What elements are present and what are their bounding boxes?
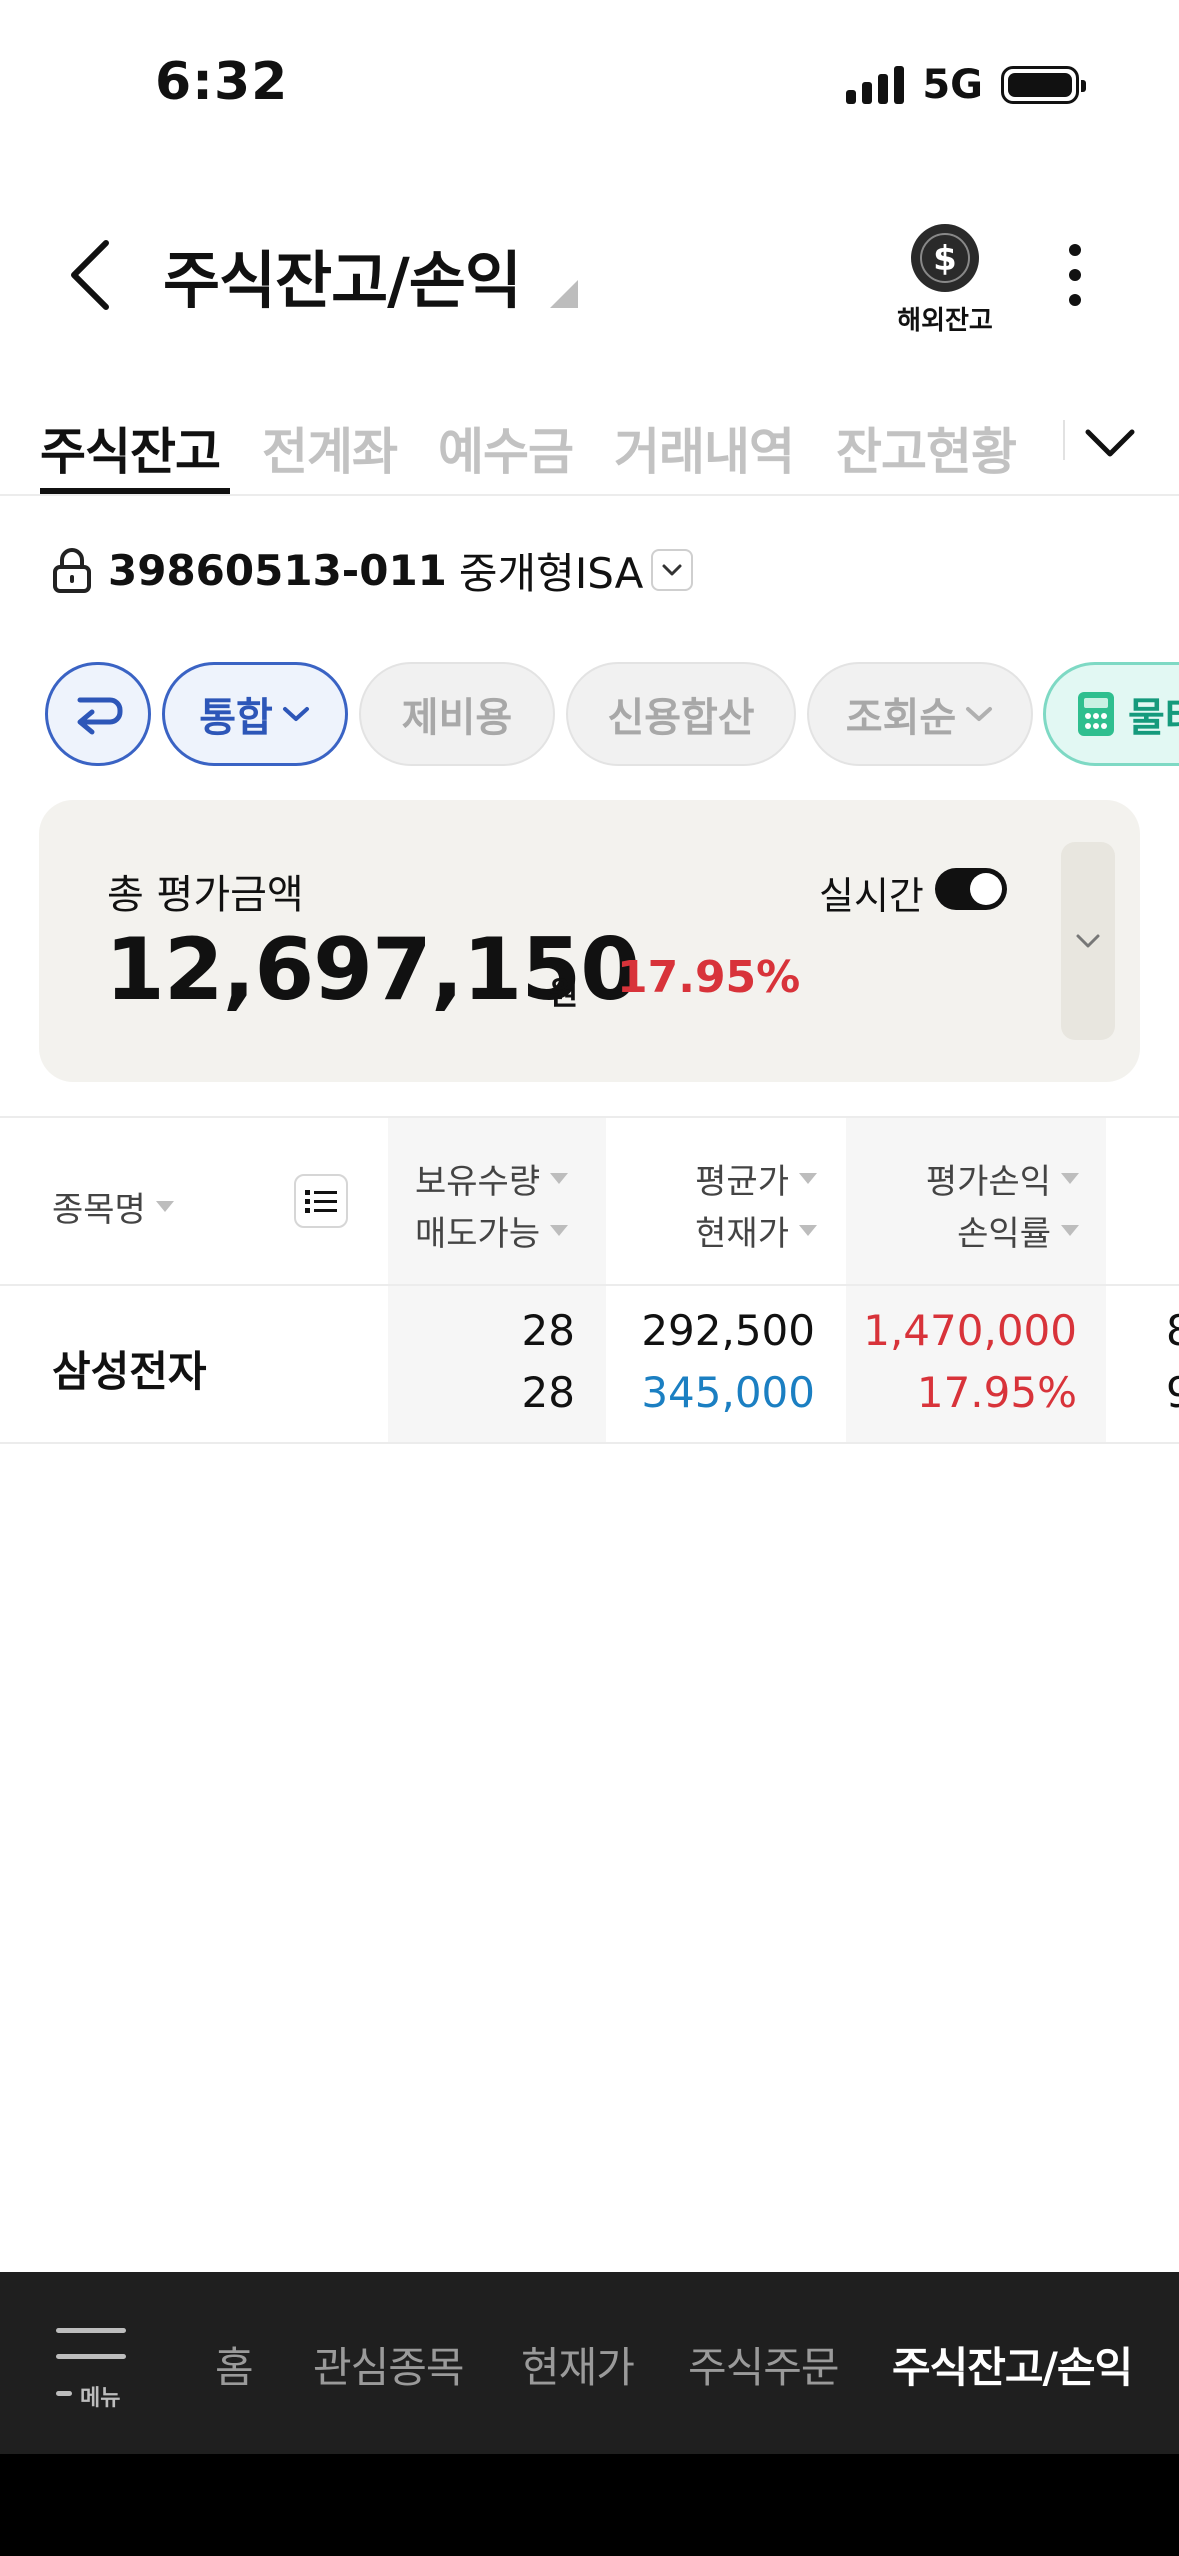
averaging-calculator-label: 물타 <box>1128 695 1179 741</box>
stock-name: 삼성전자 <box>52 1347 207 1396</box>
refresh-button[interactable] <box>45 662 151 766</box>
nav-stock-balance[interactable]: 주식잔고/손익 <box>892 2334 1133 2395</box>
nav-watchlist[interactable]: 관심종목 <box>313 2334 465 2395</box>
overflow-column-top: 8 <box>1166 1306 1179 1355</box>
chevron-down-icon <box>1076 934 1100 948</box>
lock-icon <box>53 548 91 593</box>
sellable-quantity: 28 <box>521 1368 575 1417</box>
menu-label: 메뉴 <box>80 2386 121 2411</box>
header-current-price[interactable]: 현재가 <box>695 1206 817 1255</box>
status-time: 6:32 <box>155 52 289 112</box>
sort-icon <box>550 1225 569 1236</box>
nav-current-price[interactable]: 현재가 <box>521 2334 635 2395</box>
dollar-icon: $ <box>911 224 979 292</box>
realtime-label: 실시간 <box>819 874 924 918</box>
account-selector[interactable]: 39860513-011 중개형ISA <box>52 540 694 600</box>
sort-icon <box>1061 1225 1079 1236</box>
calculator-icon <box>1078 692 1114 736</box>
tab-all-accounts[interactable]: 전계좌 <box>262 412 398 484</box>
header-stock-name[interactable]: 종목명 <box>52 1182 174 1231</box>
tab-transactions[interactable]: 거래내역 <box>614 412 795 484</box>
battery-icon <box>1001 66 1086 104</box>
tab-stock-balance[interactable]: 주식잔고 <box>40 412 221 484</box>
realtime-toggle[interactable] <box>935 868 1007 910</box>
sort-icon <box>155 1201 174 1212</box>
sort-order-label: 조회순 <box>845 695 957 741</box>
profit-loss-rate: 17.95% <box>916 1368 1077 1417</box>
nav-stock-order[interactable]: 주식주문 <box>688 2334 840 2395</box>
chevron-down-icon <box>966 707 993 721</box>
account-dropdown-icon[interactable] <box>651 549 694 591</box>
holding-quantity: 28 <box>521 1306 575 1355</box>
hamburger-icon <box>56 2391 72 2396</box>
header-pnl-rate[interactable]: 손익률 <box>957 1206 1079 1255</box>
home-indicator-area <box>0 2454 1179 2556</box>
list-view-toggle[interactable] <box>294 1174 348 1228</box>
list-icon <box>305 1190 337 1213</box>
summary-card: 총 평가금액 12,697,150 원 17.95% 실시간 <box>39 800 1140 1082</box>
network-label: 5G <box>922 62 983 108</box>
svg-text:$: $ <box>933 239 957 279</box>
profit-loss: 1,470,000 <box>863 1306 1077 1355</box>
return-arrow-icon <box>77 697 123 735</box>
total-value-label: 총 평가금액 <box>107 872 304 918</box>
averaging-calculator-chip[interactable]: 물타 <box>1043 662 1179 766</box>
account-number: 39860513-011 <box>108 545 447 595</box>
title-dropdown-icon[interactable] <box>550 280 578 308</box>
bottom-nav: 메뉴 홈 관심종목 현재가 주식주문 주식잔고/손익 <box>0 2272 1179 2454</box>
sort-icon <box>799 1225 817 1236</box>
sort-icon <box>1061 1173 1079 1184</box>
chevron-down-icon <box>282 707 309 721</box>
current-price: 345,000 <box>641 1368 815 1417</box>
active-tab-indicator <box>40 488 230 494</box>
status-indicators: 5G <box>846 62 1086 108</box>
back-arrow-icon[interactable] <box>62 235 122 315</box>
total-return-rate: 17.95% <box>617 952 801 1003</box>
signal-icon <box>846 66 905 104</box>
table-header: 종목명 보유수량 매도가능 평균가 현재가 평가손익 손익률 <box>0 1116 1179 1286</box>
average-price: 292,500 <box>641 1306 815 1355</box>
menu-button[interactable]: 메뉴 <box>52 2324 132 2411</box>
filter-chips: 통합 제비용 신용합산 조회순 물타 <box>45 662 1179 768</box>
page-title[interactable]: 주식잔고/손익 <box>163 230 522 320</box>
holdings-table: 종목명 보유수량 매도가능 평균가 현재가 평가손익 손익률 삼성전자 28 2… <box>0 1116 1179 1444</box>
tab-bar: 주식잔고 전계좌 예수금 거래내역 잔고현황 <box>0 400 1179 496</box>
tab-deposit[interactable]: 예수금 <box>438 412 574 484</box>
overseas-balance-label: 해외잔고 <box>897 306 993 336</box>
sort-icon <box>799 1173 817 1184</box>
summary-expand-button[interactable] <box>1061 842 1115 1040</box>
tab-balance-status[interactable]: 잔고현황 <box>836 412 1017 484</box>
header-sellable[interactable]: 매도가능 <box>415 1206 569 1255</box>
header: 주식잔고/손익 $ 해외잔고 <box>0 190 1179 350</box>
status-bar: 6:32 5G <box>0 0 1179 150</box>
header-avg-price[interactable]: 평균가 <box>695 1154 817 1203</box>
tab-divider <box>1063 420 1065 460</box>
sort-icon <box>550 1173 569 1184</box>
header-pnl[interactable]: 평가손익 <box>926 1154 1079 1203</box>
combined-chip[interactable]: 통합 <box>162 662 348 766</box>
credit-total-chip[interactable]: 신용합산 <box>566 662 796 766</box>
sort-order-chip[interactable]: 조회순 <box>807 662 1033 766</box>
fees-chip[interactable]: 제비용 <box>359 662 555 766</box>
nav-home[interactable]: 홈 <box>215 2334 254 2395</box>
combined-chip-label: 통합 <box>199 695 273 741</box>
more-vertical-icon[interactable] <box>1060 240 1090 310</box>
table-row[interactable]: 삼성전자 28 28 292,500 345,000 1,470,000 17.… <box>0 1286 1179 1444</box>
overflow-column-bottom: 9 <box>1166 1368 1179 1417</box>
overseas-balance-button[interactable]: $ 해외잔고 <box>885 222 1005 336</box>
account-type: 중개형ISA <box>458 548 644 598</box>
header-quantity[interactable]: 보유수량 <box>415 1154 569 1203</box>
total-value-unit: 원 <box>549 974 579 1012</box>
chevron-down-icon[interactable] <box>1082 422 1138 462</box>
